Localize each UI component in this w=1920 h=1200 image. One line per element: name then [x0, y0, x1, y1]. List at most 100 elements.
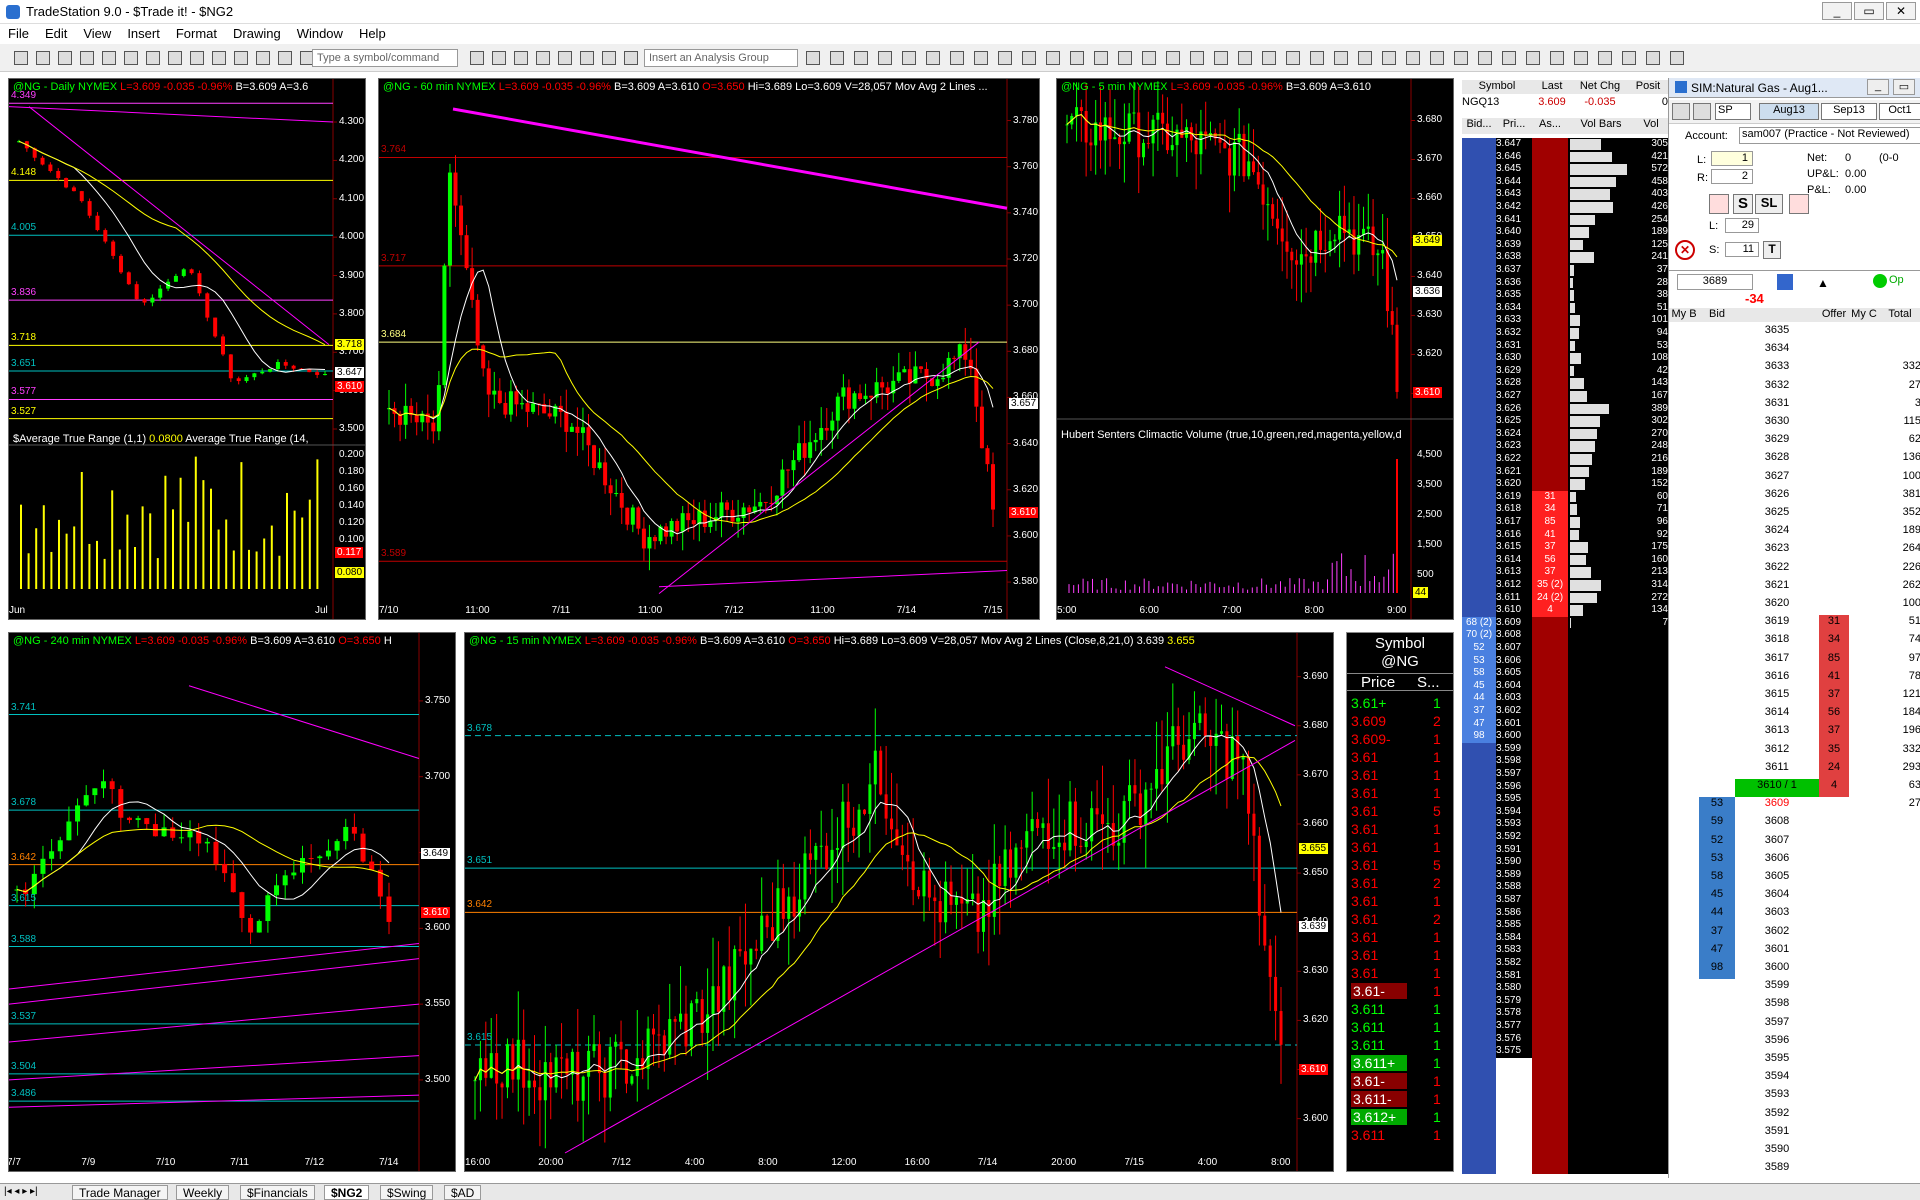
total-volume-cell[interactable]: [1879, 815, 1920, 834]
my-bid-cell[interactable]: [1669, 942, 1699, 961]
my-bid-cell[interactable]: [1669, 560, 1699, 579]
toolbar-tool-icon[interactable]: [1598, 51, 1612, 65]
tab-swing[interactable]: $Swing: [380, 1185, 434, 1200]
my-offer-cell[interactable]: [1849, 542, 1879, 561]
my-bid-cell[interactable]: [1669, 451, 1699, 470]
bid-cell[interactable]: [1699, 724, 1735, 743]
toolbar-tool-icon[interactable]: [1022, 51, 1036, 65]
my-offer-cell[interactable]: [1849, 979, 1879, 998]
bid-cell[interactable]: [1699, 688, 1735, 707]
toolbar-tool-icon[interactable]: [950, 51, 964, 65]
sim-maximize-button[interactable]: ▭: [1893, 79, 1915, 95]
toolbar-tool-icon[interactable]: [234, 51, 248, 65]
bid-cell[interactable]: [1699, 779, 1735, 798]
price-cell[interactable]: 3591: [1735, 1124, 1819, 1143]
tab-ad[interactable]: $AD: [444, 1185, 482, 1200]
tab-ng2[interactable]: $NG2: [324, 1185, 370, 1200]
total-volume-cell[interactable]: 332: [1879, 360, 1920, 379]
offer-cell[interactable]: [1819, 1052, 1849, 1071]
price-cell[interactable]: 3600: [1735, 961, 1819, 980]
my-offer-cell[interactable]: [1849, 1052, 1879, 1071]
offer-cell[interactable]: [1819, 833, 1849, 852]
my-offer-cell[interactable]: [1849, 324, 1879, 343]
offer-cell[interactable]: [1819, 906, 1849, 925]
offer-cell[interactable]: [1819, 797, 1849, 816]
my-bid-cell[interactable]: [1669, 724, 1699, 743]
total-volume-cell[interactable]: [1879, 1106, 1920, 1125]
toolbar-tool-icon[interactable]: [1526, 51, 1540, 65]
price-cell[interactable]: 3607: [1735, 833, 1819, 852]
my-offer-cell[interactable]: [1849, 906, 1879, 925]
toolbar-tool-icon[interactable]: [1190, 51, 1204, 65]
my-bid-cell[interactable]: [1669, 815, 1699, 834]
bid-cell[interactable]: [1699, 378, 1735, 397]
total-volume-cell[interactable]: [1879, 906, 1920, 925]
total-volume-cell[interactable]: [1879, 924, 1920, 943]
toolbar-tool-icon[interactable]: [998, 51, 1012, 65]
my-bid-cell[interactable]: [1669, 633, 1699, 652]
offer-cell[interactable]: 31: [1819, 615, 1849, 634]
sim-settings-icon[interactable]: [1693, 103, 1711, 120]
offer-cell[interactable]: [1819, 924, 1849, 943]
total-volume-cell[interactable]: 51: [1879, 615, 1920, 634]
offer-cell[interactable]: [1819, 469, 1849, 488]
offer-cell[interactable]: [1819, 324, 1849, 343]
my-offer-cell[interactable]: [1849, 1070, 1879, 1089]
sim-minimize-button[interactable]: _: [1867, 79, 1889, 95]
tab-scroll-icons[interactable]: |◂ ◂ ▸ ▸|: [4, 1186, 38, 1197]
my-offer-cell[interactable]: [1849, 870, 1879, 889]
total-volume-cell[interactable]: [1879, 961, 1920, 980]
my-bid-cell[interactable]: [1669, 433, 1699, 452]
toolbar-tool-icon[interactable]: [1142, 51, 1156, 65]
bid-cell[interactable]: 37: [1699, 924, 1735, 943]
price-cell[interactable]: 3628: [1735, 451, 1819, 470]
total-volume-cell[interactable]: [1879, 1052, 1920, 1071]
price-cell[interactable]: 3605: [1735, 870, 1819, 889]
price-cell[interactable]: 3612: [1735, 742, 1819, 761]
my-bid-cell[interactable]: [1669, 1124, 1699, 1143]
toolbar-tool-icon[interactable]: [878, 51, 892, 65]
bid-cell[interactable]: [1699, 669, 1735, 688]
offer-cell[interactable]: [1819, 542, 1849, 561]
toolbar-tool-icon[interactable]: [1214, 51, 1228, 65]
my-bid-cell[interactable]: [1669, 378, 1699, 397]
price-cell[interactable]: 3614: [1735, 706, 1819, 725]
total-volume-cell[interactable]: 100: [1879, 469, 1920, 488]
my-offer-cell[interactable]: [1849, 1124, 1879, 1143]
my-bid-cell[interactable]: [1669, 578, 1699, 597]
my-offer-cell[interactable]: [1849, 524, 1879, 543]
chart-240min[interactable]: @NG - 240 min NYMEX L=3.609 -0.035 -0.96…: [8, 632, 456, 1172]
my-offer-cell[interactable]: [1849, 633, 1879, 652]
l2-input[interactable]: 29: [1725, 218, 1759, 233]
offer-cell[interactable]: [1819, 506, 1849, 525]
toolbar-tool-icon[interactable]: [1358, 51, 1372, 65]
price-cell[interactable]: 3597: [1735, 1015, 1819, 1034]
price-cell[interactable]: 3608: [1735, 815, 1819, 834]
menu-window[interactable]: Window: [289, 24, 351, 43]
sl-button[interactable]: SL: [1755, 194, 1783, 214]
my-bid-cell[interactable]: [1669, 542, 1699, 561]
offer-cell[interactable]: [1819, 997, 1849, 1016]
total-volume-cell[interactable]: [1879, 997, 1920, 1016]
total-volume-cell[interactable]: 381: [1879, 487, 1920, 506]
offer-cell[interactable]: [1819, 433, 1849, 452]
offer-cell[interactable]: 35: [1819, 742, 1849, 761]
total-volume-cell[interactable]: [1879, 1015, 1920, 1034]
offer-cell[interactable]: [1819, 1070, 1849, 1089]
bid-cell[interactable]: 47: [1699, 942, 1735, 961]
total-volume-cell[interactable]: [1879, 1070, 1920, 1089]
bid-cell[interactable]: [1699, 487, 1735, 506]
offer-cell[interactable]: 24: [1819, 760, 1849, 779]
bid-cell[interactable]: [1699, 979, 1735, 998]
my-offer-cell[interactable]: [1849, 615, 1879, 634]
toolbar-tool-icon[interactable]: [536, 51, 550, 65]
price-cell[interactable]: 3603: [1735, 906, 1819, 925]
exp-sp[interactable]: SP: [1715, 103, 1751, 120]
price-cell[interactable]: 3621: [1735, 578, 1819, 597]
my-offer-cell[interactable]: [1849, 1088, 1879, 1107]
my-offer-cell[interactable]: [1849, 487, 1879, 506]
my-bid-cell[interactable]: [1669, 961, 1699, 980]
total-volume-cell[interactable]: [1879, 1033, 1920, 1052]
my-bid-cell[interactable]: [1669, 487, 1699, 506]
offer-cell[interactable]: [1819, 451, 1849, 470]
